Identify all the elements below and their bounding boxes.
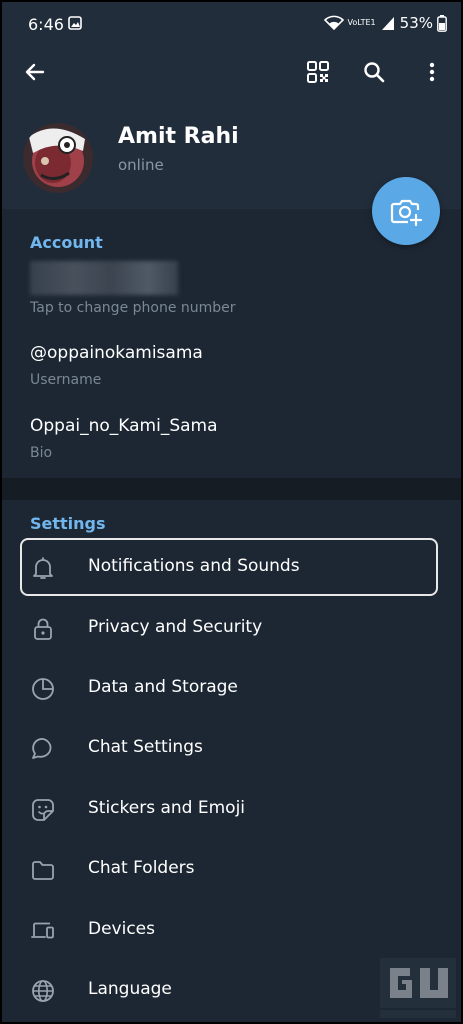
- more-vertical-icon: [429, 62, 435, 82]
- battery-percent: 53%: [399, 14, 433, 32]
- qr-code-icon: [307, 61, 329, 83]
- network-label: VoLTE1: [347, 18, 376, 27]
- settings-item-label: Chat Settings: [88, 737, 203, 757]
- profile-name: Amit Rahi: [118, 124, 239, 149]
- highlight-outline: [20, 538, 438, 596]
- search-icon: [364, 62, 385, 83]
- status-indicators: VoLTE1 53%: [323, 14, 447, 32]
- settings-item-label: Chat Folders: [88, 858, 195, 878]
- camera-add-icon: [390, 199, 423, 227]
- settings-item-label: Devices: [88, 919, 155, 939]
- status-bar: 6:46 VoLTE1 53%: [2, 2, 461, 44]
- settings-item-data-storage[interactable]: Data and Storage: [2, 658, 461, 718]
- battery-icon: [437, 14, 447, 32]
- watermark-logo: [380, 958, 456, 1018]
- wifi-icon: [323, 15, 344, 31]
- settings-item-stickers[interactable]: Stickers and Emoji: [2, 779, 461, 839]
- avatar-image: [23, 123, 93, 193]
- settings-item-label: Stickers and Emoji: [88, 798, 246, 818]
- account-section-title: Account: [30, 233, 103, 252]
- pie-chart-icon: [32, 678, 54, 700]
- more-options-button[interactable]: [412, 52, 452, 92]
- gallery-notification-icon: [68, 16, 82, 30]
- phone-number-redacted[interactable]: [30, 261, 178, 295]
- settings-item-folders[interactable]: Chat Folders: [2, 839, 461, 899]
- profile-status: online: [118, 156, 164, 174]
- profile-avatar[interactable]: [23, 123, 93, 193]
- status-time: 6:46: [28, 15, 64, 34]
- phone-hint: Tap to change phone number: [30, 300, 236, 316]
- settings-section-title: Settings: [30, 514, 106, 533]
- bio-label: Bio: [30, 445, 53, 461]
- settings-item-privacy[interactable]: Privacy and Security: [2, 598, 461, 658]
- globe-icon: [32, 980, 54, 1002]
- set-photo-button[interactable]: [372, 177, 440, 245]
- username-label: Username: [30, 372, 102, 388]
- bio-value[interactable]: Oppai_no_Kami_Sama: [30, 416, 218, 436]
- settings-item-label: Data and Storage: [88, 677, 238, 697]
- chat-bubble-icon: [32, 738, 52, 759]
- qr-code-button[interactable]: [298, 52, 338, 92]
- folder-icon: [32, 861, 54, 880]
- username-value[interactable]: @oppainokamisama: [30, 343, 203, 363]
- sticker-icon: [32, 799, 54, 821]
- back-button[interactable]: [15, 52, 55, 92]
- telegram-settings-screen: 6:46 VoLTE1 53% Amit Rahi online Account…: [2, 2, 461, 1022]
- section-divider: [2, 478, 461, 500]
- search-button[interactable]: [354, 52, 394, 92]
- settings-item-label: Privacy and Security: [88, 617, 263, 637]
- devices-icon: [31, 922, 54, 939]
- lock-icon: [34, 618, 52, 640]
- signal-icon: [381, 17, 394, 30]
- settings-item-devices[interactable]: Devices: [2, 900, 461, 960]
- settings-item-chat-settings[interactable]: Chat Settings: [2, 718, 461, 778]
- arrow-left-icon: [25, 63, 45, 81]
- settings-item-label: Language: [88, 979, 172, 999]
